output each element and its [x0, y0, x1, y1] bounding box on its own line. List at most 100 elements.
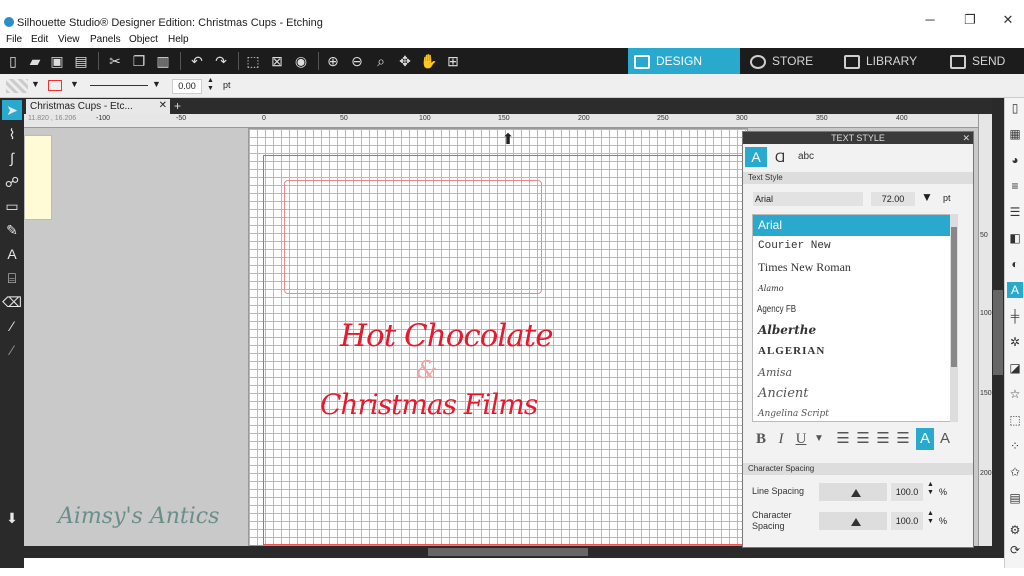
font-list-item[interactable]: Alberthe	[753, 320, 951, 341]
font-size-dropdown-icon[interactable]: ▼	[921, 190, 933, 204]
fill-color-icon[interactable]: ◕	[1007, 152, 1023, 168]
font-list-item[interactable]: Agency FB	[753, 299, 911, 320]
font-list-item[interactable]: Alamo	[753, 278, 951, 299]
redo-icon[interactable]: ↷	[212, 52, 230, 70]
align-left-icon[interactable]: ☰	[834, 428, 852, 450]
align-justify-icon[interactable]: ☰	[894, 428, 912, 450]
canvas-text-christmas-films[interactable]: Christmas Films	[320, 388, 538, 421]
canvas-text-ampersand[interactable]: &	[416, 356, 437, 384]
replicate-icon[interactable]: ✲	[1007, 334, 1023, 350]
offset-icon[interactable]: ☆	[1007, 386, 1023, 402]
menu-help[interactable]: Help	[168, 34, 189, 45]
paste-icon[interactable]: ▥	[154, 52, 172, 70]
char-spacing-input[interactable]: 100.0	[891, 512, 923, 530]
menu-file[interactable]: File	[6, 34, 22, 45]
import-icon[interactable]: ⬇	[2, 508, 22, 528]
release-compound-icon[interactable]: ◉	[292, 52, 310, 70]
close-button[interactable]: ✕	[998, 12, 1018, 28]
pencil-icon[interactable]: ✎	[2, 220, 22, 240]
font-list-item[interactable]: Courier New	[753, 236, 951, 257]
eyedropper-alt-icon[interactable]: ⁄	[2, 340, 22, 360]
sketch-icon[interactable]: ⁘	[1007, 438, 1023, 454]
line-style-icon[interactable]	[90, 85, 148, 86]
add-tab-button[interactable]: +	[174, 99, 181, 113]
transform-icon[interactable]: ⬚	[1007, 412, 1023, 428]
tab-send[interactable]: SEND	[944, 48, 1024, 74]
fill-dropdown-icon[interactable]: ▼	[31, 79, 40, 89]
quick-access-panel[interactable]	[24, 135, 52, 220]
font-list-item[interactable]: Amisa	[753, 362, 951, 383]
eyedropper-icon[interactable]: ⁄	[2, 316, 22, 336]
restore-button[interactable]: ❐	[960, 12, 980, 28]
bold-icon[interactable]: B	[752, 428, 770, 450]
eraser-icon[interactable]: ⌫	[2, 292, 22, 312]
zoom-in-icon[interactable]: ⊕	[324, 52, 342, 70]
document-tab[interactable]: Christmas Cups - Etc... ✕	[26, 99, 170, 114]
menu-edit[interactable]: Edit	[31, 34, 48, 45]
align-icon[interactable]: ╪	[1007, 308, 1023, 324]
canvas-text-hot-chocolate[interactable]: Hot Chocolate	[340, 318, 554, 354]
star-shape-icon[interactable]: ✩	[1007, 464, 1023, 480]
panel-header[interactable]: TEXT STYLE ✕	[743, 132, 973, 144]
text-style-panel-icon[interactable]: A	[1007, 282, 1023, 298]
line-color-dropdown-icon[interactable]: ▼	[70, 79, 79, 89]
print-icon[interactable]: ▤	[72, 52, 90, 70]
horizontal-scroll-thumb[interactable]	[428, 548, 588, 556]
line-style-dropdown-icon[interactable]: ▼	[152, 79, 161, 89]
slider-knob[interactable]	[851, 518, 861, 526]
rounded-rectangle-shape[interactable]	[284, 180, 542, 294]
line-style-panel-icon[interactable]: ☰	[1007, 204, 1023, 220]
font-list-item[interactable]: ALGERIAN	[753, 341, 951, 362]
tab-text-to-path-icon[interactable]: Ɑ	[769, 147, 791, 167]
page-setup-icon[interactable]: ▯	[1007, 100, 1023, 116]
line-width-stepper[interactable]: ▲ ▼	[207, 77, 214, 93]
vertical-scroll-thumb[interactable]	[993, 290, 1003, 375]
line-spacing-stepper[interactable]: ▲ ▼	[927, 481, 934, 497]
font-list-item[interactable]: Times New Roman	[753, 257, 951, 278]
gradient-icon[interactable]: ◐	[1007, 256, 1023, 272]
layers-icon[interactable]: ▤	[1007, 490, 1023, 506]
tab-text-style-icon[interactable]: A	[745, 147, 767, 167]
tab-design[interactable]: DESIGN	[628, 48, 740, 74]
tab-text-warp-icon[interactable]: abc	[795, 147, 817, 167]
fill-pattern-icon[interactable]	[6, 79, 28, 93]
settings-gear-icon[interactable]: ⚙	[1007, 522, 1023, 538]
copy-icon[interactable]: ❐	[130, 52, 148, 70]
font-name-field[interactable]: Arial	[753, 192, 863, 206]
slider-knob[interactable]	[851, 489, 861, 497]
move-icon[interactable]: ✥	[396, 52, 414, 70]
underline-icon[interactable]: U	[792, 428, 810, 450]
char-spacing-stepper[interactable]: ▲ ▼	[927, 510, 934, 526]
close-tab-icon[interactable]: ✕	[159, 100, 167, 111]
knife-icon[interactable]: ☍	[2, 172, 22, 192]
edit-points-icon[interactable]: ⌇	[2, 124, 22, 144]
pan-hand-icon[interactable]: ✋	[420, 52, 438, 70]
refresh-icon[interactable]: ⟳	[1007, 542, 1023, 558]
align-center-icon[interactable]: ☰	[854, 428, 872, 450]
cut-icon[interactable]: ✂	[106, 52, 124, 70]
undo-icon[interactable]: ↶	[188, 52, 206, 70]
char-spacing-slider[interactable]	[819, 512, 887, 530]
line-spacing-slider[interactable]	[819, 483, 887, 501]
pixscan-icon[interactable]: ▦	[1007, 126, 1023, 142]
line-color-panel-icon[interactable]: ≡	[1007, 178, 1023, 194]
menu-object[interactable]: Object	[129, 34, 158, 45]
text-tool-icon[interactable]: A	[2, 244, 22, 264]
italic-icon[interactable]: I	[772, 428, 790, 450]
rectangle-icon[interactable]: ▭	[2, 196, 22, 216]
save-icon[interactable]: ▣	[48, 52, 66, 70]
font-size-field[interactable]: 72.00	[871, 192, 915, 206]
panel-close-icon[interactable]: ✕	[962, 132, 970, 144]
menu-panels[interactable]: Panels	[90, 34, 121, 45]
line-width-input[interactable]: 0.00	[172, 79, 202, 94]
horizontal-text-icon[interactable]: A	[916, 428, 934, 450]
align-right-icon[interactable]: ☰	[874, 428, 892, 450]
line-spacing-input[interactable]: 100.0	[891, 483, 923, 501]
font-list-item[interactable]: Ancient	[753, 383, 951, 404]
zoom-out-icon[interactable]: ⊖	[348, 52, 366, 70]
fit-page-icon[interactable]: ⊞	[444, 52, 462, 70]
line-color-icon[interactable]	[48, 80, 62, 91]
menu-view[interactable]: View	[58, 34, 80, 45]
open-folder-icon[interactable]: ▰	[26, 52, 44, 70]
new-document-icon[interactable]: ▯	[4, 52, 22, 70]
